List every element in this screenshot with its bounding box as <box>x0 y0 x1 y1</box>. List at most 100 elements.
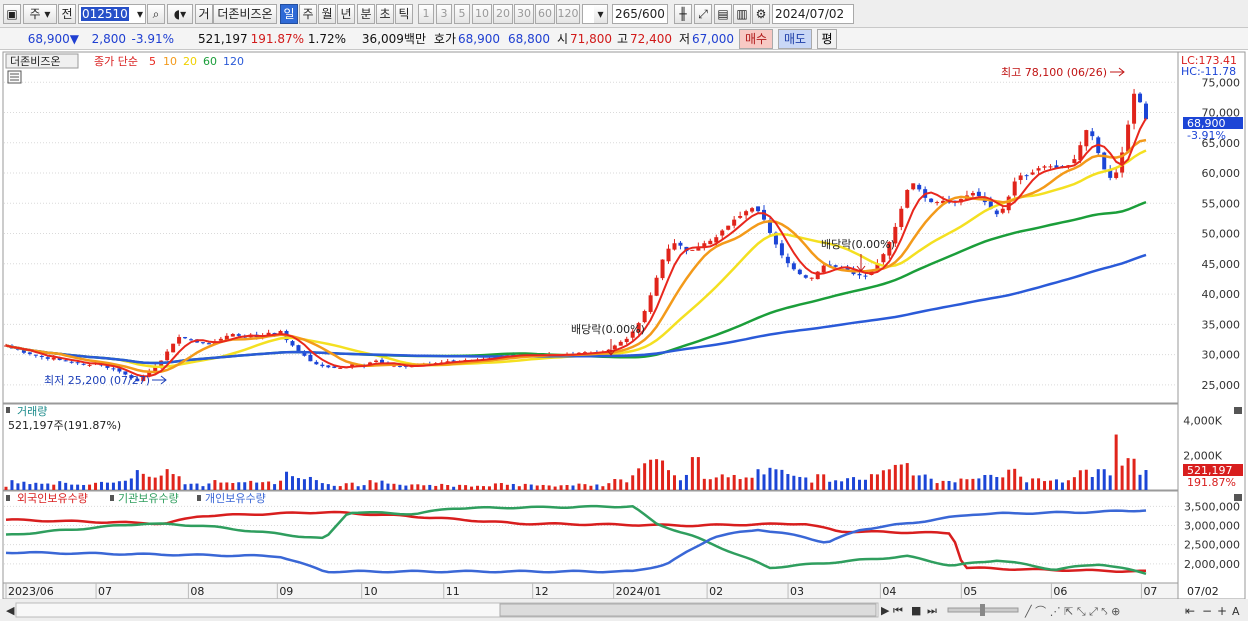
volume-bar <box>1025 482 1029 490</box>
x-axis-bar <box>2 582 1179 600</box>
volume-bar <box>159 475 163 490</box>
legend-ma-10[interactable]: 10 <box>163 55 177 68</box>
volume-bar <box>774 469 778 490</box>
chart-type-icon[interactable]: ╫ <box>674 4 692 24</box>
nav-last-icon[interactable]: ⏭ <box>927 604 937 617</box>
screen-icon[interactable]: ▤ <box>714 4 732 24</box>
font-size-icon[interactable]: A <box>1232 605 1240 618</box>
stock-type-select[interactable]: 주 ▾ <box>23 4 57 24</box>
candle-body <box>690 249 695 251</box>
volume-bar <box>1132 458 1136 490</box>
legend-stock-name[interactable]: 더존비즈온 <box>10 55 61 68</box>
volume-bar <box>398 484 402 490</box>
candle-body <box>111 368 116 370</box>
sell-button[interactable]: 매도 <box>778 29 812 49</box>
trade-button[interactable]: 거 <box>195 4 213 24</box>
volume-bar <box>320 483 324 490</box>
interval-button[interactable]: 10 <box>472 4 492 24</box>
volume-bar <box>476 485 480 490</box>
date-input[interactable]: 2024/07/02 <box>772 4 854 24</box>
candle-body <box>803 275 808 278</box>
volume-bar <box>302 479 306 490</box>
scroll-left-icon[interactable]: ◀ <box>6 604 15 617</box>
legend-ma-60[interactable]: 60 <box>203 55 217 68</box>
volume-bar <box>1072 477 1076 490</box>
volume-bar <box>243 482 247 490</box>
interval-button[interactable]: 1 <box>418 4 434 24</box>
all-market-button[interactable]: 전 <box>58 4 76 24</box>
volume-bar <box>1066 480 1070 490</box>
period-tab-year[interactable]: 년 <box>337 4 355 24</box>
candle-body <box>738 216 743 218</box>
save-icon[interactable]: ▥ <box>733 4 751 24</box>
legend-ma-5[interactable]: 5 <box>149 55 156 68</box>
volume-bar <box>153 477 157 490</box>
zoom-slider-thumb[interactable] <box>980 604 985 616</box>
volume-bar <box>804 477 808 490</box>
volume-bar <box>94 482 98 490</box>
minus-icon[interactable]: − <box>1202 604 1212 618</box>
plus-icon[interactable]: + <box>1217 604 1227 618</box>
interval-button[interactable]: 3 <box>436 4 452 24</box>
draw-tools-icon[interactable]: ╱ ⌒ ⋰ ⇱ ⤡ ⤢ ⤣ ⊕ <box>1024 604 1120 618</box>
interval-button[interactable]: 5 <box>454 4 470 24</box>
nav-stop-icon[interactable]: ■ <box>911 604 921 617</box>
legend-ma-20[interactable]: 20 <box>183 55 197 68</box>
interval-button[interactable]: 60 <box>535 4 555 24</box>
volume-bar <box>625 482 629 490</box>
gear-icon[interactable]: ⚙ <box>752 4 770 24</box>
period-tab-tick[interactable]: 틱 <box>395 4 413 24</box>
volume-panel-close-icon[interactable] <box>1234 407 1242 414</box>
buy-button[interactable]: 매수 <box>739 29 773 49</box>
volume-bar <box>171 474 175 490</box>
volume-bar <box>798 476 802 490</box>
zoom-out-icon[interactable]: ⇤ <box>1185 604 1195 618</box>
stock-chart[interactable]: 75,00070,00065,00060,00055,00050,00045,0… <box>0 50 1248 621</box>
window-menu-icon[interactable]: ▣ <box>3 4 21 24</box>
speaker-icon[interactable]: ◖▾ <box>167 4 193 24</box>
candle-body <box>177 337 182 344</box>
volume-bar <box>1120 465 1124 490</box>
volume-bar <box>374 482 378 490</box>
volume-bar <box>362 485 366 490</box>
period-tab-day[interactable]: 일 <box>280 4 298 24</box>
stock-name-field[interactable]: 더존비즈온 <box>213 4 277 24</box>
chevron-down-icon[interactable]: ▾ <box>594 4 608 24</box>
volume-bar <box>141 473 145 490</box>
legend-ma-120[interactable]: 120 <box>223 55 244 68</box>
stock-code-input[interactable]: 012510 ▾ <box>78 4 146 24</box>
period-tab-month[interactable]: 월 <box>318 4 336 24</box>
scroll-right-icon[interactable]: ▶ <box>881 604 890 617</box>
count-total: /600 <box>637 7 665 21</box>
volume-bar <box>16 483 20 490</box>
search-icon[interactable]: ⌕ <box>147 4 165 24</box>
draw-tool-icon[interactable]: ⤢ <box>694 4 712 24</box>
price-axis-label: 25,000 <box>1202 379 1241 392</box>
period-tab-minute[interactable]: 분 <box>357 4 375 24</box>
high-price: 72,400 <box>630 32 672 46</box>
interval-button[interactable]: 20 <box>493 4 513 24</box>
period-tab-week[interactable]: 주 <box>299 4 317 24</box>
volume-bar <box>111 482 115 490</box>
scrollbar-thumb[interactable] <box>499 603 877 617</box>
volume-bar <box>547 485 551 490</box>
price-value: 68,900 <box>27 32 70 46</box>
volume-bar <box>720 474 724 490</box>
volume-bar <box>511 483 515 490</box>
volume-bar <box>858 479 862 490</box>
holdings-panel-close-icon[interactable] <box>1234 494 1242 501</box>
interval-button[interactable]: 30 <box>514 4 534 24</box>
eval-button[interactable]: 평 <box>817 29 837 49</box>
interval-button[interactable]: 120 <box>556 4 580 24</box>
price-axis-label: 60,000 <box>1202 167 1241 180</box>
candle-body <box>672 243 677 250</box>
count-input[interactable]: 265/600 <box>612 4 668 24</box>
nav-first-icon[interactable]: ⏮ <box>893 604 903 617</box>
period-tab-second[interactable]: 초 <box>376 4 394 24</box>
candle-body <box>296 345 301 351</box>
volume-bar <box>601 486 605 490</box>
stock-code-value: 012510 <box>81 7 129 21</box>
volume-bar <box>338 486 342 490</box>
volume-bar <box>135 470 139 490</box>
volume-bar <box>392 483 396 490</box>
